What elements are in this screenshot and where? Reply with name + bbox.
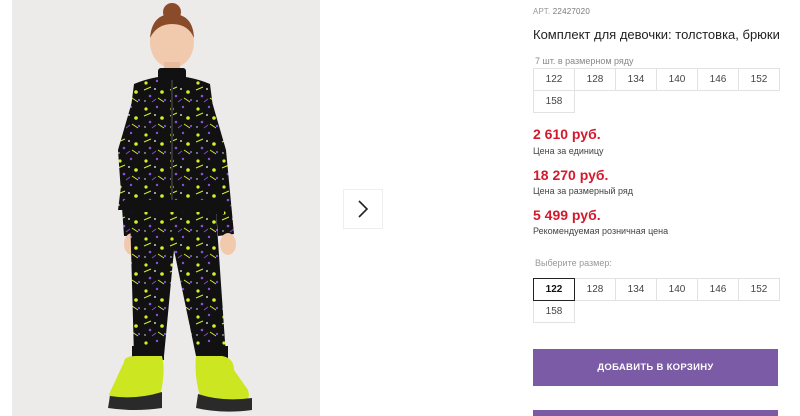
secondary-button[interactable] [533,410,778,416]
size-row-item: 158 [533,90,575,113]
size-option[interactable]: 134 [615,278,657,301]
size-option[interactable]: 152 [738,278,780,301]
chevron-right-icon [358,200,369,218]
row-price: 18 270 руб. [533,167,609,183]
choose-size-label: Выберите размер: [535,258,612,268]
size-row-note: 7 шт. в размерном ряду [535,56,634,66]
size-option[interactable]: 140 [656,278,698,301]
retail-price: 5 499 руб. [533,207,601,223]
size-row-item: 146 [697,68,739,91]
size-row-item: 134 [615,68,657,91]
size-option[interactable]: 128 [574,278,616,301]
sku: АРТ. 22427020 [533,7,590,16]
sku-label: АРТ. [533,7,551,16]
size-option-selected[interactable]: 122 [533,278,575,301]
size-option[interactable]: 158 [533,300,575,323]
product-title: Комплект для девочки: толстовка, брюки [533,27,780,42]
product-image [12,0,320,416]
add-to-cart-button[interactable]: ДОБАВИТЬ В КОРЗИНУ [533,349,778,386]
next-image-button[interactable] [343,189,383,229]
size-row-item: 140 [656,68,698,91]
size-row-grid: 122 128 134 140 146 152 158 [533,68,780,113]
sku-value: 22427020 [552,7,590,16]
row-price-label: Цена за размерный ряд [533,186,634,196]
unit-price: 2 610 руб. [533,126,601,142]
size-row-item: 128 [574,68,616,91]
unit-price-label: Цена за единицу [533,146,604,156]
size-row-item: 122 [533,68,575,91]
retail-price-label: Рекомендуемая розничная цена [533,226,669,236]
size-row-item: 152 [738,68,780,91]
size-option[interactable]: 146 [697,278,739,301]
girl-in-tracksuit-illustration [108,3,252,412]
size-selector: 122 128 134 140 146 152 158 [533,278,780,323]
